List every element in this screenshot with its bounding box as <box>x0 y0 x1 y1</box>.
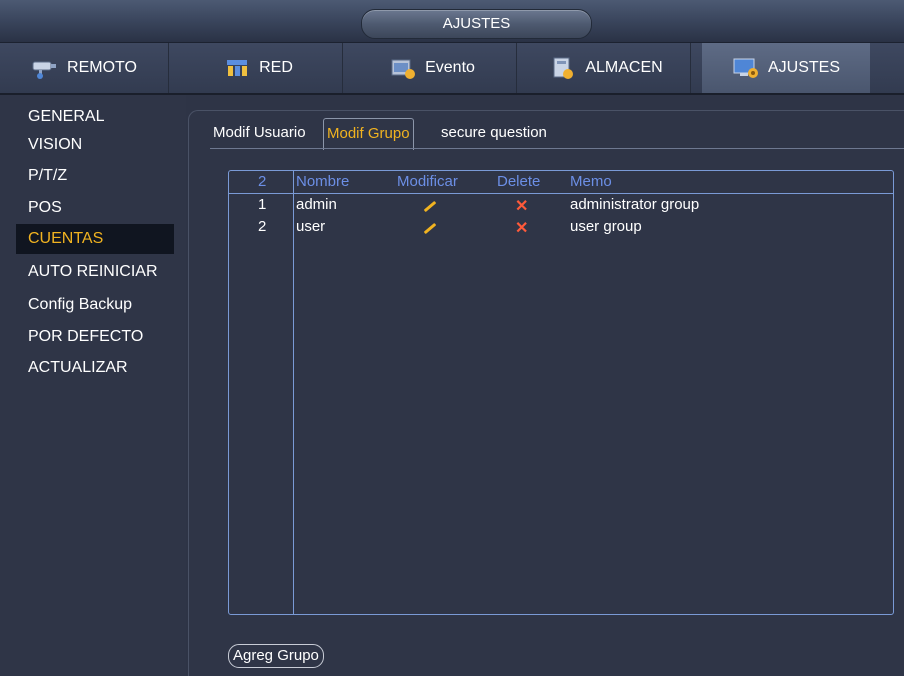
tab-almacen[interactable]: ALMACEN <box>522 43 691 93</box>
tab-secure-question[interactable]: secure question <box>438 118 550 148</box>
subtab-divider <box>210 148 904 149</box>
table-row[interactable]: 2 user ✕ user group <box>229 217 893 239</box>
settings-icon <box>732 56 760 80</box>
window-title: AJUSTES <box>361 9 592 39</box>
header-modify: Modificar <box>397 173 458 190</box>
sidebar-item-actualizar[interactable]: ACTUALIZAR <box>16 353 174 383</box>
row-index: 1 <box>258 196 267 213</box>
tab-remoto-label: REMOTO <box>67 59 137 76</box>
tab-almacen-label: ALMACEN <box>585 59 663 76</box>
row-name: user <box>296 218 326 235</box>
top-nav: REMOTO RED Evento ALMACEN AJUSTES <box>0 43 904 95</box>
sidebar-item-auto-reiniciar[interactable]: AUTO REINICIAR <box>16 257 174 287</box>
sidebar-item-vision[interactable]: VISION <box>16 130 174 160</box>
pencil-icon[interactable] <box>423 222 437 235</box>
tab-ajustes-label: AJUSTES <box>767 59 840 76</box>
title-bar: AJUSTES <box>0 0 904 43</box>
sidebar-item-por-defecto[interactable]: POR DEFECTO <box>16 322 174 352</box>
delete-x-icon[interactable]: ✕ <box>515 199 528 215</box>
pencil-icon[interactable] <box>423 200 437 213</box>
tab-red[interactable]: RED <box>174 43 343 93</box>
header-delete: Delete <box>497 173 541 190</box>
tab-modif-grupo[interactable]: Modif Grupo <box>323 118 414 150</box>
sidebar-item-config-backup[interactable]: Config Backup <box>16 290 174 320</box>
tab-evento[interactable]: Evento <box>348 43 517 93</box>
tab-remoto[interactable]: REMOTO <box>0 43 169 93</box>
sidebar-item-general[interactable]: GENERAL <box>16 102 174 132</box>
row-memo: user group <box>570 218 642 235</box>
table-row[interactable]: 1 admin ✕ administrator group <box>229 195 893 217</box>
table-header: 2 Nombre Modificar Delete Memo <box>229 171 893 194</box>
header-name: Nombre <box>296 173 350 190</box>
storage-icon <box>549 56 577 80</box>
tab-modif-usuario[interactable]: Modif Usuario <box>210 118 309 148</box>
tab-red-label: RED <box>259 59 293 76</box>
group-table: 2 Nombre Modificar Delete Memo 1 admin ✕… <box>228 170 894 615</box>
sidebar-item-cuentas[interactable]: CUENTAS <box>16 224 174 254</box>
sidebar-item-ptz[interactable]: P/T/Z <box>16 161 174 191</box>
header-memo: Memo <box>570 173 612 190</box>
sidebar-item-pos[interactable]: POS <box>16 193 174 223</box>
row-index: 2 <box>258 218 267 235</box>
event-icon <box>389 56 417 80</box>
network-icon <box>223 56 251 80</box>
camera-icon <box>31 56 59 80</box>
tab-evento-label: Evento <box>425 59 475 76</box>
delete-x-icon[interactable]: ✕ <box>515 221 528 237</box>
tab-ajustes[interactable]: AJUSTES <box>702 43 870 93</box>
header-count: 2 <box>258 173 267 190</box>
row-memo: administrator group <box>570 196 700 213</box>
sidebar: GENERAL VISION P/T/Z POS CUENTAS AUTO RE… <box>0 95 186 675</box>
row-name: admin <box>296 196 337 213</box>
add-group-button[interactable]: Agreg Grupo <box>228 644 324 668</box>
